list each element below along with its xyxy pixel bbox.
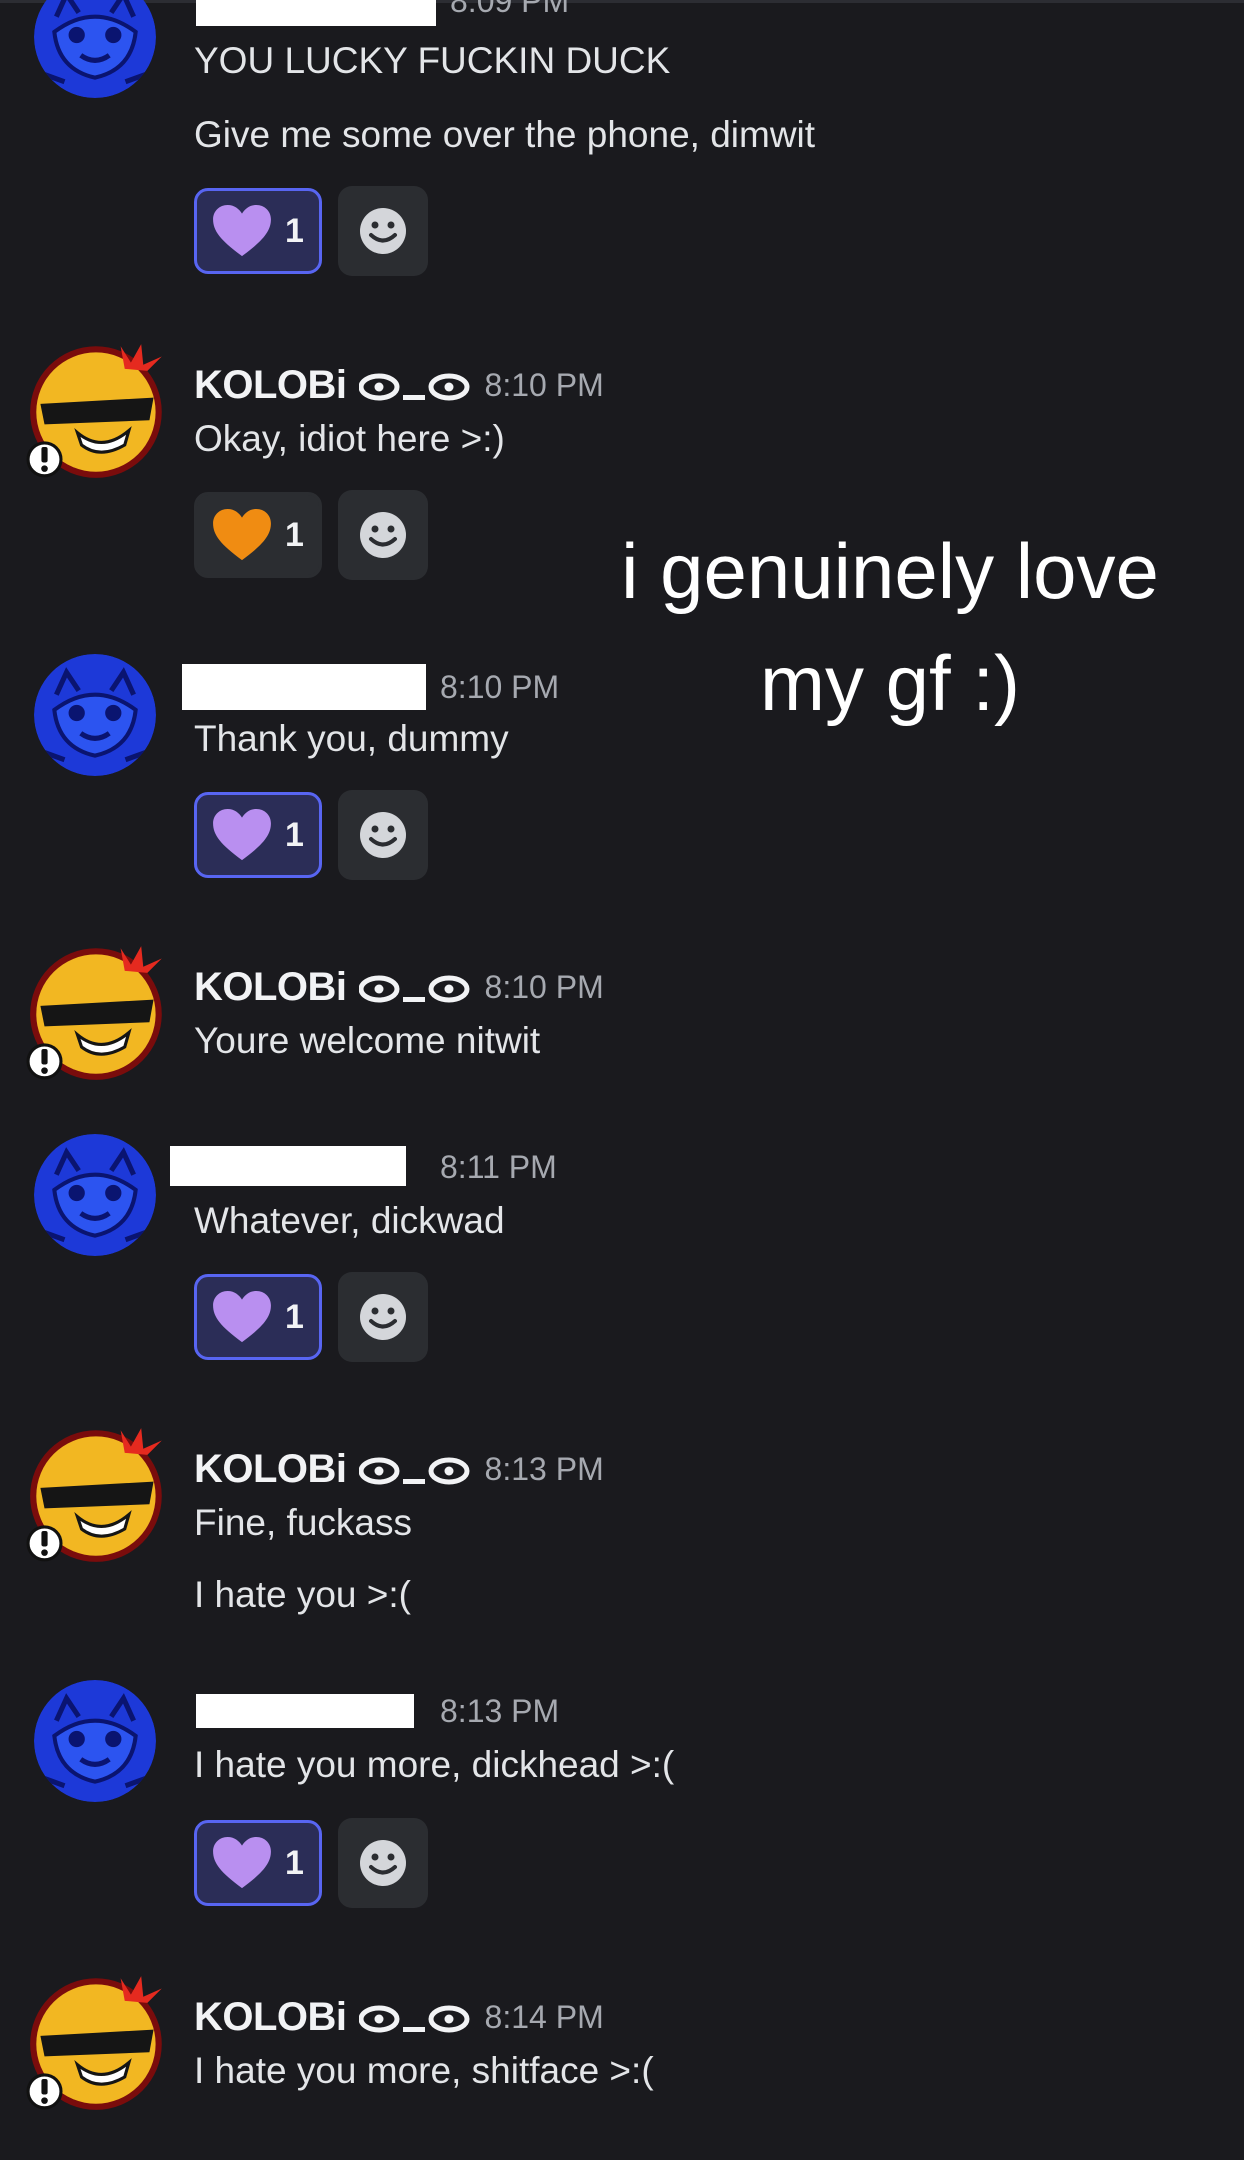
user-avatar-blue[interactable] [34,654,156,776]
timestamp: 8:10 PM [440,668,560,705]
message-text: I hate you more, shitface >:( [194,2050,654,2091]
top-divider [0,0,1244,3]
reaction-orange-heart[interactable]: 1 [194,492,322,578]
user-avatar-kolobi[interactable] [26,1422,170,1566]
eye-underscore-eye-icon [359,365,471,405]
reaction-purple-heart[interactable]: 1 [194,1274,322,1360]
message-text: Give me some over the phone, dimwit [194,114,816,155]
smile-icon [358,810,408,860]
message-text: Thank you, dummy [194,718,509,759]
eye-underscore-eye-icon [359,1997,471,2037]
message-header: KOLOBi 8:10 PM [194,962,604,1012]
timestamp: 8:13 PM [484,1450,604,1487]
smile-icon [358,1292,408,1342]
reaction-count: 1 [285,211,304,250]
message-text: YOU LUCKY FUCKIN DUCK [194,40,671,81]
add-reaction-button[interactable] [338,790,428,880]
timestamp: 8:11 PM [440,1148,557,1185]
reaction-count: 1 [285,1297,304,1336]
username[interactable]: KOLOBi [194,363,347,408]
purple-heart-icon [211,204,273,258]
reaction-purple-heart[interactable]: 1 [194,792,322,878]
timestamp: 8:10 PM [484,366,604,403]
message-header: KOLOBi 8:10 PM [194,360,604,410]
user-avatar-kolobi[interactable] [26,1970,170,2114]
redacted-username [182,664,426,710]
smile-icon [358,510,408,560]
message-text: I hate you >:( [194,1574,411,1615]
message-header: 8:10 PM [426,662,559,712]
reaction-purple-heart[interactable]: 1 [194,188,322,274]
timestamp: 8:10 PM [484,968,604,1005]
username[interactable]: KOLOBi [194,965,347,1010]
user-avatar-blue[interactable] [34,1134,156,1256]
message-text: Youre welcome nitwit [194,1020,541,1061]
reaction-count: 1 [285,1843,304,1882]
message-text: I hate you more, dickhead >:( [194,1744,675,1785]
purple-heart-icon [211,1836,273,1890]
add-reaction-button[interactable] [338,1818,428,1908]
user-avatar-kolobi[interactable] [26,940,170,1084]
username[interactable]: KOLOBi [194,1447,347,1492]
message-text: Okay, idiot here >:) [194,418,505,459]
message-text: Fine, fuckass [194,1502,412,1543]
overlay-caption: i genuinely love my gf :) [621,527,1159,727]
message-header: 8:13 PM [426,1686,559,1736]
redacted-username [196,1694,414,1728]
message-header: KOLOBi 8:14 PM [194,1992,604,2042]
purple-heart-icon [211,808,273,862]
user-avatar-blue[interactable] [34,1680,156,1802]
redacted-username [170,1146,406,1186]
smile-icon [358,206,408,256]
add-reaction-button[interactable] [338,1272,428,1362]
timestamp: 8:13 PM [440,1692,560,1729]
reaction-count: 1 [285,815,304,854]
smile-icon [358,1838,408,1888]
eye-underscore-eye-icon [359,1449,471,1489]
add-reaction-button[interactable] [338,186,428,276]
message-header: 8:11 PM [426,1142,557,1192]
username[interactable]: KOLOBi [194,1995,347,2040]
purple-heart-icon [211,1290,273,1344]
message-text: Whatever, dickwad [194,1200,505,1241]
message-header: 8:09 PM [436,0,569,26]
user-avatar-blue[interactable] [34,0,156,98]
add-reaction-button[interactable] [338,490,428,580]
reaction-purple-heart[interactable]: 1 [194,1820,322,1906]
message-header: KOLOBi 8:13 PM [194,1444,604,1494]
user-avatar-kolobi[interactable] [26,338,170,482]
eye-underscore-eye-icon [359,967,471,1007]
reaction-count: 1 [285,515,304,554]
orange-heart-icon [211,508,273,562]
timestamp: 8:09 PM [450,0,570,19]
redacted-username [196,0,436,26]
timestamp: 8:14 PM [484,1998,604,2035]
